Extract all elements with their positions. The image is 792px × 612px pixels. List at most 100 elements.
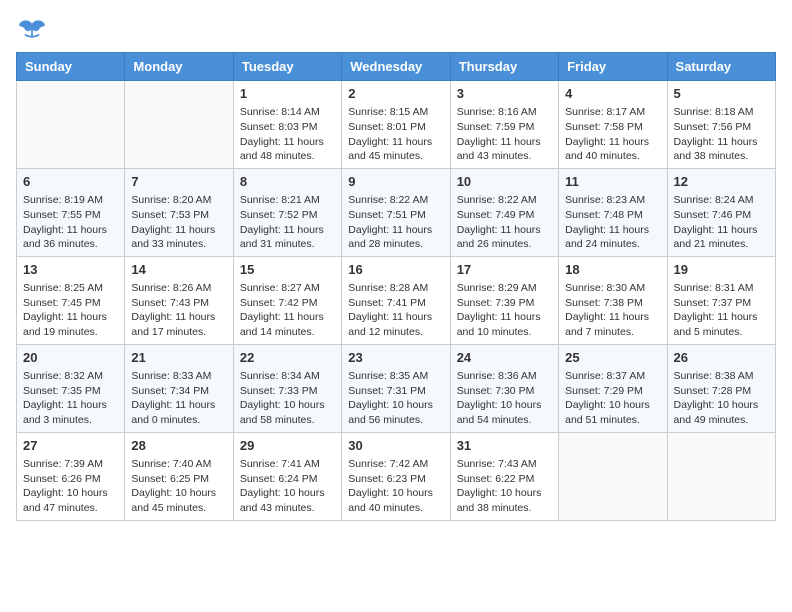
day-info: Sunrise: 8:27 AM Sunset: 7:42 PM Dayligh… xyxy=(240,281,335,340)
calendar-cell: 6 Sunrise: 8:19 AM Sunset: 7:55 PM Daylig… xyxy=(17,168,125,256)
header-saturday: Saturday xyxy=(667,53,775,81)
calendar-cell: 28 Sunrise: 7:40 AM Sunset: 6:25 PM Dayli… xyxy=(125,432,233,520)
day-info: Sunrise: 8:31 AM Sunset: 7:37 PM Dayligh… xyxy=(674,281,769,340)
day-number: 30 xyxy=(348,437,443,455)
calendar-cell: 31 Sunrise: 7:43 AM Sunset: 6:22 PM Dayli… xyxy=(450,432,558,520)
calendar-cell: 3Sunrise: 8:16 AM Sunset: 7:59 PM Daylig… xyxy=(450,81,558,169)
day-number: 17 xyxy=(457,261,552,279)
day-number: 28 xyxy=(131,437,226,455)
calendar-cell: 21 Sunrise: 8:33 AM Sunset: 7:34 PM Dayli… xyxy=(125,344,233,432)
calendar-cell xyxy=(667,432,775,520)
calendar-header-row: SundayMondayTuesdayWednesdayThursdayFrid… xyxy=(17,53,776,81)
day-number: 18 xyxy=(565,261,660,279)
logo-icon xyxy=(16,16,48,44)
day-info: Sunrise: 8:19 AM Sunset: 7:55 PM Dayligh… xyxy=(23,193,118,252)
header-thursday: Thursday xyxy=(450,53,558,81)
day-number: 6 xyxy=(23,173,118,191)
day-number: 1 xyxy=(240,85,335,103)
calendar-cell: 7 Sunrise: 8:20 AM Sunset: 7:53 PM Daylig… xyxy=(125,168,233,256)
calendar-cell: 27 Sunrise: 7:39 AM Sunset: 6:26 PM Dayli… xyxy=(17,432,125,520)
day-info: Sunrise: 8:14 AM Sunset: 8:03 PM Dayligh… xyxy=(240,105,335,164)
calendar-cell: 29Sunrise: 7:41 AM Sunset: 6:24 PM Dayli… xyxy=(233,432,341,520)
calendar-cell xyxy=(559,432,667,520)
calendar-week-2: 6 Sunrise: 8:19 AM Sunset: 7:55 PM Daylig… xyxy=(17,168,776,256)
calendar-cell: 22 Sunrise: 8:34 AM Sunset: 7:33 PM Dayli… xyxy=(233,344,341,432)
day-number: 22 xyxy=(240,349,335,367)
day-info: Sunrise: 8:37 AM Sunset: 7:29 PM Dayligh… xyxy=(565,369,660,428)
header-tuesday: Tuesday xyxy=(233,53,341,81)
calendar-cell: 30 Sunrise: 7:42 AM Sunset: 6:23 PM Dayli… xyxy=(342,432,450,520)
calendar-cell: 19 Sunrise: 8:31 AM Sunset: 7:37 PM Dayli… xyxy=(667,256,775,344)
day-number: 19 xyxy=(674,261,769,279)
day-number: 2 xyxy=(348,85,443,103)
calendar-cell: 12Sunrise: 8:24 AM Sunset: 7:46 PM Dayli… xyxy=(667,168,775,256)
day-info: Sunrise: 8:20 AM Sunset: 7:53 PM Dayligh… xyxy=(131,193,226,252)
calendar-cell: 5 Sunrise: 8:18 AM Sunset: 7:56 PM Daylig… xyxy=(667,81,775,169)
day-number: 5 xyxy=(674,85,769,103)
day-number: 12 xyxy=(674,173,769,191)
calendar-cell: 11 Sunrise: 8:23 AM Sunset: 7:48 PM Dayli… xyxy=(559,168,667,256)
day-number: 24 xyxy=(457,349,552,367)
day-info: Sunrise: 7:43 AM Sunset: 6:22 PM Dayligh… xyxy=(457,457,552,516)
day-number: 9 xyxy=(348,173,443,191)
day-number: 7 xyxy=(131,173,226,191)
day-number: 26 xyxy=(674,349,769,367)
day-info: Sunrise: 7:42 AM Sunset: 6:23 PM Dayligh… xyxy=(348,457,443,516)
calendar-cell: 9 Sunrise: 8:22 AM Sunset: 7:51 PM Daylig… xyxy=(342,168,450,256)
day-info: Sunrise: 8:22 AM Sunset: 7:51 PM Dayligh… xyxy=(348,193,443,252)
logo xyxy=(16,16,52,44)
day-number: 13 xyxy=(23,261,118,279)
day-info: Sunrise: 8:36 AM Sunset: 7:30 PM Dayligh… xyxy=(457,369,552,428)
day-number: 4 xyxy=(565,85,660,103)
header-wednesday: Wednesday xyxy=(342,53,450,81)
calendar-cell: 24 Sunrise: 8:36 AM Sunset: 7:30 PM Dayli… xyxy=(450,344,558,432)
day-info: Sunrise: 7:40 AM Sunset: 6:25 PM Dayligh… xyxy=(131,457,226,516)
calendar-week-4: 20 Sunrise: 8:32 AM Sunset: 7:35 PM Dayli… xyxy=(17,344,776,432)
day-number: 27 xyxy=(23,437,118,455)
day-info: Sunrise: 8:32 AM Sunset: 7:35 PM Dayligh… xyxy=(23,369,118,428)
day-number: 21 xyxy=(131,349,226,367)
day-info: Sunrise: 8:38 AM Sunset: 7:28 PM Dayligh… xyxy=(674,369,769,428)
calendar-cell: 25 Sunrise: 8:37 AM Sunset: 7:29 PM Dayli… xyxy=(559,344,667,432)
day-number: 14 xyxy=(131,261,226,279)
day-info: Sunrise: 8:33 AM Sunset: 7:34 PM Dayligh… xyxy=(131,369,226,428)
day-number: 11 xyxy=(565,173,660,191)
day-info: Sunrise: 8:23 AM Sunset: 7:48 PM Dayligh… xyxy=(565,193,660,252)
day-info: Sunrise: 7:39 AM Sunset: 6:26 PM Dayligh… xyxy=(23,457,118,516)
calendar-cell: 17 Sunrise: 8:29 AM Sunset: 7:39 PM Dayli… xyxy=(450,256,558,344)
day-number: 23 xyxy=(348,349,443,367)
day-number: 16 xyxy=(348,261,443,279)
calendar-week-5: 27 Sunrise: 7:39 AM Sunset: 6:26 PM Dayli… xyxy=(17,432,776,520)
day-number: 10 xyxy=(457,173,552,191)
day-info: Sunrise: 8:15 AM Sunset: 8:01 PM Dayligh… xyxy=(348,105,443,164)
calendar-cell: 14 Sunrise: 8:26 AM Sunset: 7:43 PM Dayli… xyxy=(125,256,233,344)
calendar-cell: 18 Sunrise: 8:30 AM Sunset: 7:38 PM Dayli… xyxy=(559,256,667,344)
day-info: Sunrise: 8:29 AM Sunset: 7:39 PM Dayligh… xyxy=(457,281,552,340)
day-info: Sunrise: 8:22 AM Sunset: 7:49 PM Dayligh… xyxy=(457,193,552,252)
calendar-cell xyxy=(17,81,125,169)
day-info: Sunrise: 8:34 AM Sunset: 7:33 PM Dayligh… xyxy=(240,369,335,428)
day-info: Sunrise: 8:25 AM Sunset: 7:45 PM Dayligh… xyxy=(23,281,118,340)
day-number: 3 xyxy=(457,85,552,103)
day-info: Sunrise: 8:26 AM Sunset: 7:43 PM Dayligh… xyxy=(131,281,226,340)
day-number: 31 xyxy=(457,437,552,455)
day-number: 25 xyxy=(565,349,660,367)
calendar-cell: 10 Sunrise: 8:22 AM Sunset: 7:49 PM Dayli… xyxy=(450,168,558,256)
day-info: Sunrise: 8:21 AM Sunset: 7:52 PM Dayligh… xyxy=(240,193,335,252)
calendar-week-1: 1 Sunrise: 8:14 AM Sunset: 8:03 PM Daylig… xyxy=(17,81,776,169)
calendar-cell: 1 Sunrise: 8:14 AM Sunset: 8:03 PM Daylig… xyxy=(233,81,341,169)
day-info: Sunrise: 8:30 AM Sunset: 7:38 PM Dayligh… xyxy=(565,281,660,340)
calendar-cell: 2 Sunrise: 8:15 AM Sunset: 8:01 PM Daylig… xyxy=(342,81,450,169)
calendar-cell: 15 Sunrise: 8:27 AM Sunset: 7:42 PM Dayli… xyxy=(233,256,341,344)
day-info: Sunrise: 8:28 AM Sunset: 7:41 PM Dayligh… xyxy=(348,281,443,340)
day-number: 8 xyxy=(240,173,335,191)
header-friday: Friday xyxy=(559,53,667,81)
day-number: 15 xyxy=(240,261,335,279)
day-info: Sunrise: 7:41 AM Sunset: 6:24 PM Dayligh… xyxy=(240,457,335,516)
calendar-cell: 4 Sunrise: 8:17 AM Sunset: 7:58 PM Daylig… xyxy=(559,81,667,169)
day-number: 20 xyxy=(23,349,118,367)
day-info: Sunrise: 8:17 AM Sunset: 7:58 PM Dayligh… xyxy=(565,105,660,164)
calendar-cell: 16 Sunrise: 8:28 AM Sunset: 7:41 PM Dayli… xyxy=(342,256,450,344)
calendar-week-3: 13 Sunrise: 8:25 AM Sunset: 7:45 PM Dayli… xyxy=(17,256,776,344)
day-info: Sunrise: 8:18 AM Sunset: 7:56 PM Dayligh… xyxy=(674,105,769,164)
